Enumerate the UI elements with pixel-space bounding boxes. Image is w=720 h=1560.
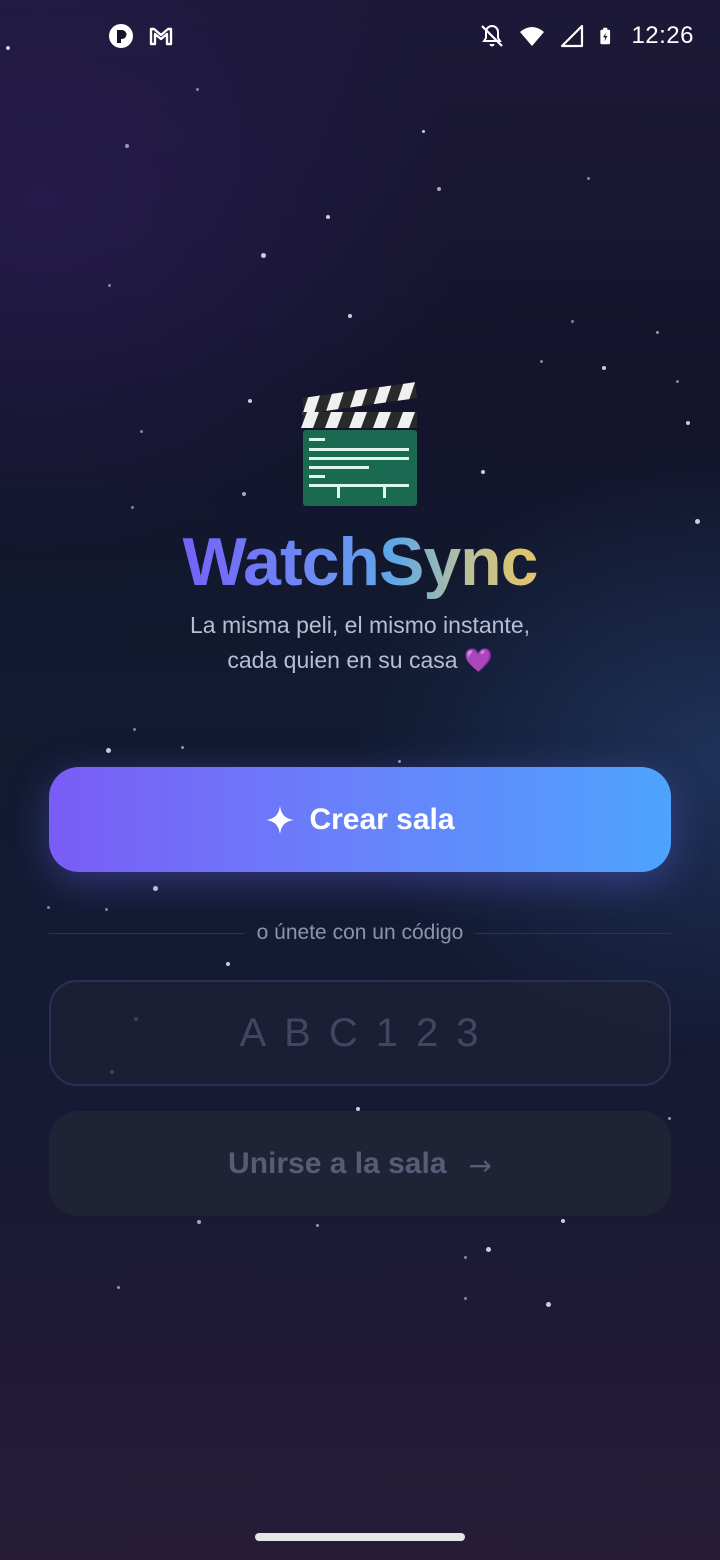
room-code-field [49,980,671,1086]
join-room-label: Unirse a la sala [228,1146,447,1180]
divider-label: o únete con un código [256,921,464,944]
hero: WatchSync La misma peli, el mismo instan… [0,380,720,678]
divider-line-right [475,932,672,934]
status-time: 12:26 [631,22,694,49]
create-room-button[interactable]: Crear sala [49,767,671,872]
battery-charging-icon [600,27,611,45]
wifi-icon [520,27,545,46]
home-indicator[interactable] [255,1533,465,1541]
purple-heart-icon: 💜 [463,647,493,673]
tagline-line-1: La misma peli, el mismo instante, [189,612,530,638]
notifications-off-icon [481,24,504,47]
tagline-line-2-text: cada quien en su casa [227,647,458,673]
gmail-icon [149,27,173,46]
arrow-right-icon: → [468,1149,492,1182]
join-divider: o únete con un código [49,918,672,948]
divider-line-left [49,932,245,934]
app-title: WatchSync [182,524,538,600]
room-code-input[interactable] [51,982,669,1084]
status-bar: 12:26 [0,0,720,72]
join-room-button[interactable]: Unirse a la sala → [49,1111,671,1216]
status-left-icons [108,22,174,50]
tap-app-icon [109,24,133,48]
status-right-icons: 12:26 [479,20,694,52]
clapperboard-icon [301,382,418,506]
create-room-label: Crear sala [309,802,455,836]
tagline-line-2: cada quien en su casa 💜 [0,643,720,678]
tagline: La misma peli, el mismo instante, cada q… [0,608,720,678]
sparkle-icon [266,805,295,834]
cellular-signal-icon [561,24,584,48]
